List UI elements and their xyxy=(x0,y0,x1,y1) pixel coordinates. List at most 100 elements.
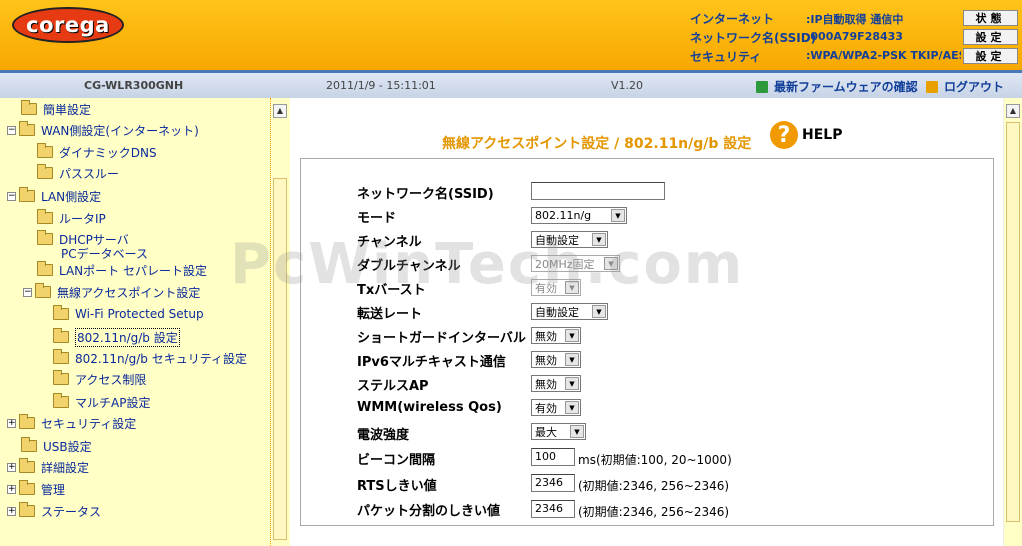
folder-icon xyxy=(37,209,53,224)
folder-icon xyxy=(37,143,53,158)
help-button[interactable]: ? HELP xyxy=(770,121,842,149)
ssid-settings-button[interactable]: 設定 xyxy=(963,29,1018,45)
expand-icon[interactable]: + xyxy=(7,418,16,428)
short-gi-label: ショートガードインターバル xyxy=(357,331,526,346)
folder-icon xyxy=(53,393,69,408)
folder-icon xyxy=(19,502,35,517)
rate-select[interactable]: 自動設定 ▼ xyxy=(531,303,608,320)
expand-icon[interactable]: + xyxy=(7,462,16,472)
collapse-icon[interactable]: − xyxy=(23,287,32,297)
collapse-icon[interactable]: − xyxy=(7,191,16,201)
internet-status: :IP自動取得 通信中 xyxy=(806,13,904,26)
sidebar-item-wireless-ap[interactable]: − 無線アクセスポイント設定 xyxy=(23,283,200,301)
folder-icon xyxy=(53,370,69,385)
dropdown-arrow-icon: ▼ xyxy=(570,425,584,438)
sidebar: 簡単設定 − WAN側設定(インターネット) ダイナミックDNS パススルー − L… xyxy=(0,98,270,546)
sidebar-item-80211-settings[interactable]: 802.11n/g/b 設定 xyxy=(53,327,180,347)
beacon-hint: ms(初期値:100, 20~1000) xyxy=(578,453,732,467)
open-folder-icon xyxy=(53,328,69,343)
folder-icon xyxy=(35,283,51,298)
power-select[interactable]: 最大 ▼ xyxy=(531,423,586,440)
folder-icon xyxy=(37,164,53,179)
firmware-version: V1.20 xyxy=(611,79,644,92)
folder-icon xyxy=(19,414,35,429)
sidebar-item-router-ip[interactable]: ルータIP xyxy=(37,209,106,227)
folder-icon xyxy=(21,100,37,115)
datetime: 2011/1/9 - 15:11:01 xyxy=(326,79,436,92)
sidebar-item-ddns[interactable]: ダイナミックDNS xyxy=(37,143,157,161)
folder-icon xyxy=(53,305,69,320)
dropdown-arrow-icon: ▼ xyxy=(592,305,606,318)
collapse-icon[interactable]: − xyxy=(7,125,16,135)
main-scrollbar[interactable]: ▲ xyxy=(1003,98,1022,546)
settings-panel: ネットワーク名(SSID) モード 802.11n/g ▼ チャンネル 自動設定 ▼… xyxy=(300,158,994,526)
expand-icon[interactable]: + xyxy=(7,506,16,516)
sidebar-item-pc-database[interactable]: PCデータベース xyxy=(61,244,148,262)
corega-logo[interactable]: corega xyxy=(12,7,124,43)
ssid-label: ネットワーク名(SSID) xyxy=(690,31,817,45)
sidebar-item-security[interactable]: + セキュリティ設定 xyxy=(7,414,136,432)
mode-label: モード xyxy=(357,211,397,226)
sidebar-item-admin[interactable]: + 管理 xyxy=(7,480,65,498)
folder-icon xyxy=(19,480,35,495)
stealth-ap-select[interactable]: 無効 ▼ xyxy=(531,375,581,392)
frag-input[interactable]: 2346 xyxy=(531,500,575,518)
power-label: 電波強度 xyxy=(357,428,410,443)
folder-icon xyxy=(37,230,53,245)
ssid-input[interactable] xyxy=(531,182,665,200)
sidebar-scrollbar[interactable]: ▲ xyxy=(270,98,290,546)
sidebar-item-80211-security[interactable]: 802.11n/g/b セキュリティ設定 xyxy=(53,349,247,367)
sidebar-item-lan-port-separate[interactable]: LANポート セパレート設定 xyxy=(37,261,207,279)
sidebar-item-multi-ap[interactable]: マルチAP設定 xyxy=(53,393,150,411)
wmm-select[interactable]: 有効 ▼ xyxy=(531,399,581,416)
arrow-right-icon xyxy=(926,80,938,93)
sidebar-item-wan[interactable]: − WAN側設定(インターネット) xyxy=(7,121,199,139)
firmware-check-link[interactable]: 最新ファームウェアの確認 xyxy=(756,78,918,95)
internet-label: インターネット xyxy=(690,12,775,26)
scroll-thumb[interactable] xyxy=(1006,122,1020,522)
sidebar-item-status[interactable]: + ステータス xyxy=(7,502,101,520)
sidebar-item-easy-setup[interactable]: 簡単設定 xyxy=(21,100,91,118)
scroll-up-icon[interactable]: ▲ xyxy=(1006,104,1020,118)
header: corega インターネット :IP自動取得 通信中 状態 ネットワーク名(SS… xyxy=(0,0,1022,70)
mode-select[interactable]: 802.11n/g ▼ xyxy=(531,207,627,224)
status-button[interactable]: 状態 xyxy=(963,10,1018,26)
rts-hint: (初期値:2346, 256~2346) xyxy=(578,479,730,493)
expand-icon[interactable]: + xyxy=(7,484,16,494)
sidebar-item-access-control[interactable]: アクセス制限 xyxy=(53,370,146,388)
scroll-up-icon[interactable]: ▲ xyxy=(273,104,287,118)
model-name: CG-WLR300GNH xyxy=(84,79,184,92)
sidebar-item-wps[interactable]: Wi-Fi Protected Setup xyxy=(53,305,204,323)
info-bar: CG-WLR300GNH 2011/1/9 - 15:11:01 V1.20 最… xyxy=(0,70,1022,98)
ipv6-multicast-label: IPv6マルチキャスト通信 xyxy=(357,355,506,370)
folder-icon xyxy=(19,121,35,136)
arrow-right-icon xyxy=(756,80,768,93)
folder-icon xyxy=(19,458,35,473)
dropdown-arrow-icon: ▼ xyxy=(565,377,579,390)
frag-hint: (初期値:2346, 256~2346) xyxy=(578,505,730,519)
dropdown-arrow-icon: ▼ xyxy=(565,401,579,414)
beacon-label: ビーコン間隔 xyxy=(357,453,436,468)
folder-icon xyxy=(37,261,53,276)
security-value: :WPA/WPA2-PSK TKIP/AES xyxy=(806,49,961,62)
rate-label: 転送レート xyxy=(357,307,423,322)
watermark: PcWinTech.com xyxy=(230,232,745,297)
sidebar-item-advanced[interactable]: + 詳細設定 xyxy=(7,458,89,476)
sidebar-item-usb[interactable]: USB設定 xyxy=(21,437,92,455)
rts-label: RTSしきい値 xyxy=(357,479,437,494)
ssid-value: :000A79F28433 xyxy=(806,30,903,43)
sidebar-item-passthrough[interactable]: パススルー xyxy=(37,164,119,182)
security-settings-button[interactable]: 設定 xyxy=(963,48,1018,64)
short-gi-select[interactable]: 無効 ▼ xyxy=(531,327,581,344)
ipv6-multicast-select[interactable]: 無効 ▼ xyxy=(531,351,581,368)
logout-link[interactable]: ログアウト xyxy=(926,78,1004,95)
frag-label: パケット分割のしきい値 xyxy=(357,504,501,519)
folder-icon xyxy=(53,349,69,364)
sidebar-item-lan[interactable]: − LAN側設定 xyxy=(7,187,101,205)
beacon-input[interactable]: 100 xyxy=(531,448,575,466)
question-icon: ? xyxy=(770,121,798,149)
rts-input[interactable]: 2346 xyxy=(531,474,575,492)
dropdown-arrow-icon: ▼ xyxy=(565,353,579,366)
stealth-ap-label: ステルスAP xyxy=(357,379,429,394)
dropdown-arrow-icon: ▼ xyxy=(565,329,579,342)
